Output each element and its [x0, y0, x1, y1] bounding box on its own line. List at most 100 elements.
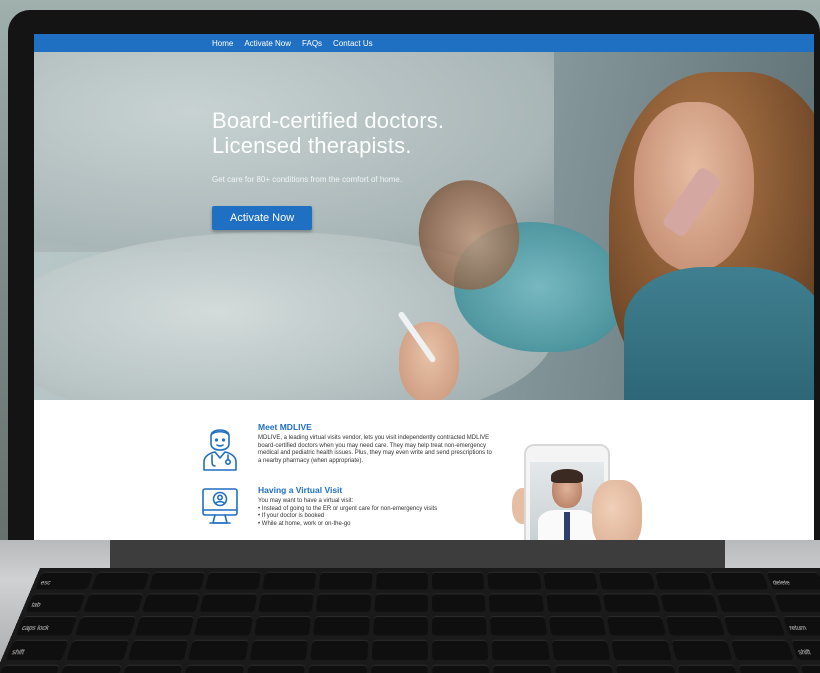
- meet-mdlive-heading: Meet MDLIVE: [258, 422, 312, 432]
- key: [799, 664, 820, 673]
- key: [141, 593, 201, 612]
- hero-banner: Board-certified doctors. Licensed therap…: [34, 52, 814, 400]
- key: [261, 571, 317, 590]
- hero-title: Board-certified doctors. Licensed therap…: [212, 108, 512, 158]
- key: [199, 593, 258, 612]
- key: [246, 664, 306, 673]
- key-delete: delete: [765, 571, 820, 590]
- key: [372, 616, 428, 636]
- key: [194, 616, 253, 636]
- key-caps-lock: caps lock: [15, 616, 79, 636]
- key: [654, 571, 712, 590]
- key: [487, 571, 542, 590]
- key: [375, 571, 428, 590]
- key: [659, 593, 719, 612]
- activate-now-button[interactable]: Activate Now: [212, 206, 313, 230]
- key: [253, 616, 312, 636]
- key: [491, 639, 550, 661]
- key-return: return: [781, 616, 820, 636]
- nav-faqs[interactable]: FAQs: [302, 39, 322, 48]
- hero-photo-woman-body: [624, 267, 814, 400]
- virtual-visit-body: Having a Virtual Visit You may want to h…: [258, 485, 496, 528]
- key: [671, 639, 733, 661]
- nav-contact-us[interactable]: Contact Us: [333, 39, 373, 48]
- key: [738, 664, 799, 673]
- key: [723, 616, 785, 636]
- laptop-hinge: [110, 540, 725, 568]
- list-item: While at home, work or on-the-go: [258, 521, 496, 529]
- virtual-visit-block: Having a Virtual Visit You may want to h…: [202, 485, 496, 528]
- key: [602, 593, 661, 612]
- virtual-visit-intro: You may want to have a virtual visit:: [258, 498, 354, 504]
- key: [91, 571, 150, 590]
- key: [184, 664, 245, 673]
- key: [205, 571, 262, 590]
- nav-activate-now[interactable]: Activate Now: [244, 39, 291, 48]
- keyboard-keys: esc delete tab caps lock return shift sh…: [0, 571, 820, 673]
- key: [432, 664, 490, 673]
- key: [313, 616, 370, 636]
- video-doctor-hair: [551, 469, 583, 483]
- key: [318, 571, 373, 590]
- laptop-bezel: Home Activate Now FAQs Contact Us Board-…: [8, 10, 820, 570]
- nav-home[interactable]: Home: [212, 39, 233, 48]
- key: [66, 639, 130, 661]
- list-item: If your doctor is booked: [258, 513, 496, 521]
- key: [148, 571, 206, 590]
- key: [75, 616, 137, 636]
- info-section: Meet MDLIVE MDLIVE, a leading virtual vi…: [34, 400, 814, 550]
- key: [773, 593, 820, 612]
- key: [543, 571, 599, 590]
- key: [122, 664, 183, 673]
- key: [308, 664, 367, 673]
- list-item: Instead of going to the ER or urgent car…: [258, 506, 496, 514]
- key: [83, 593, 144, 612]
- hero-subtitle: Get care for 80+ conditions from the com…: [212, 175, 403, 184]
- meet-mdlive-body: Meet MDLIVE MDLIVE, a leading virtual vi…: [258, 422, 496, 465]
- laptop-keyboard: esc delete tab caps lock return shift sh…: [0, 568, 820, 673]
- meet-mdlive-text: MDLIVE, a leading virtual visits vendor,…: [258, 435, 492, 464]
- key: [315, 593, 371, 612]
- key: [677, 664, 738, 673]
- key: [490, 616, 547, 636]
- key: [710, 571, 769, 590]
- virtual-visit-list: Instead of going to the ER or urgent car…: [258, 506, 496, 529]
- key: [554, 664, 614, 673]
- key: [61, 664, 122, 673]
- key: [598, 571, 655, 590]
- key-tab: tab: [25, 593, 87, 612]
- key: [611, 639, 672, 661]
- key: [615, 664, 676, 673]
- key: [493, 664, 552, 673]
- key: [134, 616, 195, 636]
- key: [432, 593, 486, 612]
- key: [431, 571, 485, 590]
- key-shift-left: shift: [5, 639, 70, 661]
- video-doctor-tie: [564, 512, 570, 542]
- key: [607, 616, 666, 636]
- browser-screen: Home Activate Now FAQs Contact Us Board-…: [34, 34, 814, 550]
- key: [665, 616, 726, 636]
- top-nav: Home Activate Now FAQs Contact Us: [34, 34, 814, 52]
- key: [127, 639, 189, 661]
- key: [551, 639, 611, 661]
- hero-title-line1: Board-certified doctors.: [212, 108, 445, 133]
- key: [370, 664, 428, 673]
- key: [730, 639, 794, 661]
- key: [0, 664, 61, 673]
- key: [489, 593, 545, 612]
- key: [432, 616, 488, 636]
- key-esc: esc: [35, 571, 95, 590]
- hero-title-line2: Licensed therapists.: [212, 133, 412, 158]
- video-call-icon: [202, 488, 238, 524]
- meet-mdlive-block: Meet MDLIVE MDLIVE, a leading virtual vi…: [203, 422, 496, 471]
- key: [548, 616, 607, 636]
- key: [310, 639, 369, 661]
- key: [545, 593, 603, 612]
- phone-illustration: [512, 444, 642, 550]
- virtual-visit-heading: Having a Virtual Visit: [258, 485, 343, 495]
- hero-photo-hand: [399, 322, 459, 400]
- key-shift-right: shift: [790, 639, 820, 661]
- key: [249, 639, 309, 661]
- key: [188, 639, 249, 661]
